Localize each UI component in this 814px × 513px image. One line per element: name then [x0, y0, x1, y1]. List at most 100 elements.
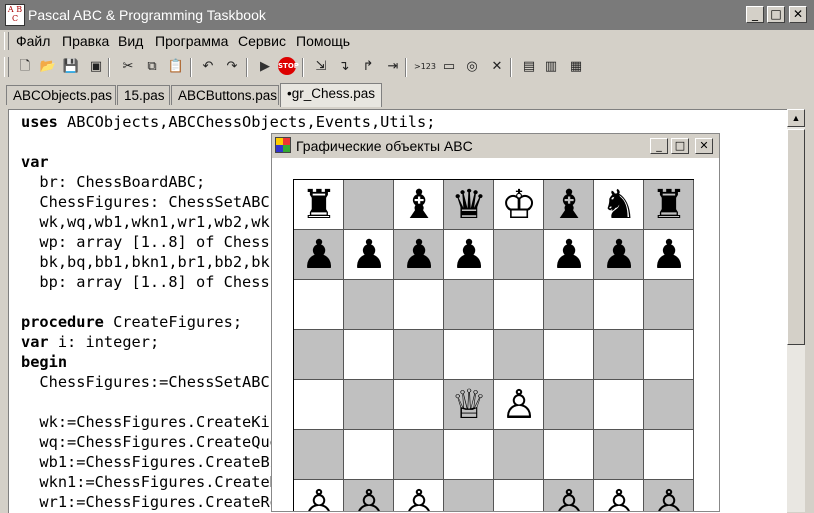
minimize-button[interactable]: _	[746, 6, 764, 23]
board-square[interactable]	[294, 430, 344, 480]
board-square[interactable]	[544, 280, 594, 330]
output-window-icon[interactable]: ▭	[439, 57, 459, 77]
chess-piece[interactable]: ♟	[544, 230, 594, 280]
new-file-icon[interactable]: 🗋	[15, 57, 35, 77]
step-over-icon[interactable]: ↴	[334, 57, 354, 77]
cut-icon[interactable]: ✂	[118, 57, 138, 77]
menu-edit[interactable]: Правка	[62, 33, 109, 49]
board-square[interactable]	[594, 330, 644, 380]
board-square[interactable]	[544, 430, 594, 480]
board-square[interactable]	[294, 280, 344, 330]
menu-view[interactable]: Вид	[118, 33, 143, 49]
board-square[interactable]	[344, 180, 394, 230]
chess-piece[interactable]: ♙	[544, 480, 594, 511]
graphics-close-button[interactable]: ✕	[695, 138, 713, 154]
open-file-icon[interactable]: 📂	[38, 57, 58, 77]
clear-icon[interactable]: ✕	[487, 57, 507, 77]
chess-piece[interactable]: ♙	[294, 480, 344, 511]
chess-piece[interactable]: ♙	[594, 480, 644, 511]
board-square[interactable]	[444, 480, 494, 511]
chess-piece[interactable]: ♟	[594, 230, 644, 280]
scroll-up-button[interactable]: ▲	[787, 109, 805, 127]
board-square[interactable]	[344, 330, 394, 380]
scroll-thumb[interactable]	[787, 129, 805, 345]
board-square[interactable]	[344, 380, 394, 430]
board-square[interactable]	[444, 330, 494, 380]
step-out-icon[interactable]: ↱	[358, 57, 378, 77]
board-square[interactable]	[494, 230, 544, 280]
board-square[interactable]	[494, 480, 544, 511]
chess-piece[interactable]: ♙	[644, 480, 694, 511]
chess-piece[interactable]: ♟	[294, 230, 344, 280]
menu-program[interactable]: Программа	[155, 33, 228, 49]
undo-icon[interactable]: ↶	[198, 57, 218, 77]
board-square[interactable]	[544, 330, 594, 380]
board-square[interactable]	[644, 330, 694, 380]
menu-file[interactable]: Файл	[16, 33, 50, 49]
save-icon[interactable]: 💾	[61, 57, 81, 77]
board-square[interactable]	[644, 280, 694, 330]
run-to-cursor-icon[interactable]: ⇥	[383, 57, 403, 77]
chess-piece[interactable]: ♞	[594, 180, 644, 230]
board-square[interactable]	[594, 380, 644, 430]
board-square[interactable]	[394, 280, 444, 330]
chess-piece[interactable]: ♜	[644, 180, 694, 230]
toolbar-separator	[108, 58, 110, 77]
chess-piece[interactable]: ♕	[444, 380, 494, 430]
board-square[interactable]	[594, 430, 644, 480]
task-2-icon[interactable]: ▥	[541, 57, 561, 77]
code-text: i: integer;	[48, 333, 160, 351]
chess-piece[interactable]: ♟	[344, 230, 394, 280]
board-square[interactable]	[444, 430, 494, 480]
chess-piece[interactable]: ♙	[344, 480, 394, 511]
tab-15[interactable]: 15.pas	[117, 85, 170, 105]
tab-abcbuttons[interactable]: ABCButtons.pas	[171, 85, 279, 105]
chess-piece[interactable]: ♝	[544, 180, 594, 230]
save-all-icon[interactable]: ▣	[86, 57, 106, 77]
chess-piece[interactable]: ♜	[294, 180, 344, 230]
code-text: br: ChessBoardABC;	[21, 173, 206, 191]
evaluate-icon[interactable]: ◎	[462, 57, 482, 77]
task-3-icon[interactable]: ▦	[566, 57, 586, 77]
redo-icon[interactable]: ↷	[222, 57, 242, 77]
chess-piece[interactable]: ♝	[394, 180, 444, 230]
watch-icon[interactable]: >123	[414, 57, 436, 77]
chess-piece[interactable]: ♛	[444, 180, 494, 230]
copy-icon[interactable]: ⧉	[142, 57, 162, 77]
board-square[interactable]	[544, 380, 594, 430]
chess-piece[interactable]: ♙	[494, 380, 544, 430]
menu-help[interactable]: Помощь	[296, 33, 350, 49]
board-square[interactable]	[344, 430, 394, 480]
chess-piece[interactable]: ♟	[444, 230, 494, 280]
menu-service[interactable]: Сервис	[238, 33, 286, 49]
board-square[interactable]	[394, 430, 444, 480]
board-square[interactable]	[594, 280, 644, 330]
board-square[interactable]	[294, 330, 344, 380]
chess-piece[interactable]: ♔	[494, 180, 544, 230]
tab-gr-chess[interactable]: •gr_Chess.pas	[280, 83, 382, 107]
graphics-maximize-button[interactable]: □	[671, 138, 689, 154]
step-into-icon[interactable]: ⇲	[311, 57, 331, 77]
board-square[interactable]	[644, 380, 694, 430]
board-square[interactable]	[294, 380, 344, 430]
graphics-minimize-button[interactable]: _	[650, 138, 668, 154]
board-square[interactable]	[394, 330, 444, 380]
board-square[interactable]	[494, 280, 544, 330]
close-button[interactable]: ✕	[789, 6, 807, 23]
paste-icon[interactable]: 📋	[166, 57, 186, 77]
board-square[interactable]	[394, 380, 444, 430]
chess-piece[interactable]: ♟	[644, 230, 694, 280]
board-square[interactable]	[444, 280, 494, 330]
vertical-scrollbar[interactable]: ▲	[787, 109, 805, 512]
chess-piece[interactable]: ♙	[394, 480, 444, 511]
board-square[interactable]	[644, 430, 694, 480]
stop-icon[interactable]: STOP	[278, 57, 299, 75]
board-square[interactable]	[494, 430, 544, 480]
chess-piece[interactable]: ♟	[394, 230, 444, 280]
tab-abcobjects[interactable]: ABCObjects.pas	[6, 85, 116, 105]
board-square[interactable]	[344, 280, 394, 330]
run-icon[interactable]: ▶	[255, 57, 275, 77]
board-square[interactable]	[494, 330, 544, 380]
maximize-button[interactable]: □	[767, 6, 785, 23]
task-1-icon[interactable]: ▤	[519, 57, 539, 77]
